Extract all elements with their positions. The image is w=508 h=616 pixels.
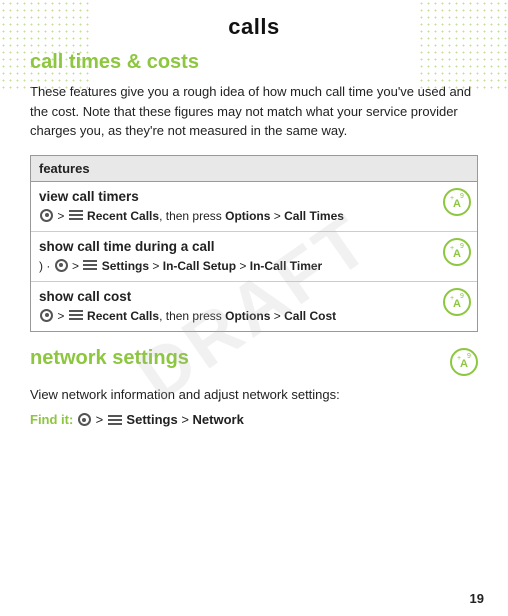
arrow-2: > [72, 259, 82, 273]
features-table: features view call timers > Recent Calls… [30, 155, 478, 332]
call-cost-label: Recent Calls, then press Options > Call … [87, 309, 336, 323]
phone-dot-icon-3 [40, 309, 53, 322]
find-it-line: Find it: > Settings > Network [30, 410, 478, 430]
feature-instruction-view-call-timers: > Recent Calls, then press Options > Cal… [39, 207, 469, 225]
network-badge-icon: A + 9 [450, 348, 478, 379]
table-row: view call timers > Recent Calls, then pr… [31, 182, 477, 232]
badge-icon-2: A + 9 [443, 238, 471, 266]
feature-title-view-call-timers: view call timers [39, 189, 469, 204]
svg-text:9: 9 [460, 293, 464, 300]
svg-text:+: + [450, 245, 454, 252]
corner-decoration-top-left [0, 0, 90, 90]
settings-label: Settings > In-Call Setup > In-Call Timer [102, 259, 323, 273]
find-it-arrow: > [96, 412, 107, 427]
feature-title-show-call-time: show call time during a call [39, 239, 469, 254]
network-section: network settings A + 9 View network info… [30, 346, 478, 430]
phone-dot-icon-2 [55, 259, 68, 272]
feature-instruction-show-call-time: ) · > Settings > In-Call Setup > In-Call… [39, 257, 469, 275]
feature-title-show-call-cost: show call cost [39, 289, 469, 304]
find-it-dot-icon [78, 413, 91, 426]
network-intro: View network information and adjust netw… [30, 385, 478, 405]
network-heading-row: network settings A + 9 [30, 346, 478, 379]
call-times-intro: These features give you a rough idea of … [30, 82, 478, 141]
svg-text:9: 9 [467, 353, 471, 360]
menu-grid-icon [69, 209, 83, 221]
feature-instruction-show-call-cost: > Recent Calls, then press Options > Cal… [39, 307, 469, 325]
badge-icon-1: A + 9 [443, 188, 471, 216]
svg-text:9: 9 [460, 243, 464, 250]
table-row: show call time during a call ) · > Setti… [31, 232, 477, 282]
menu-grid-icon-2 [83, 259, 97, 271]
badge-icon-3: A + 9 [443, 288, 471, 316]
paren-text: ) · [39, 259, 50, 273]
recent-calls-label: Recent Calls, then press Options > Call … [87, 209, 344, 223]
arrow-1: > [57, 209, 67, 223]
page-number: 19 [470, 591, 484, 606]
find-it-label: Find it: [30, 412, 73, 427]
menu-grid-icon-3 [69, 309, 83, 321]
find-it-instructions: Settings > Network [126, 412, 243, 427]
svg-text:+: + [450, 195, 454, 202]
table-row: show call cost > Recent Calls, then pres… [31, 282, 477, 331]
corner-decoration-top-right [418, 0, 508, 90]
arrow-3: > [57, 309, 67, 323]
svg-text:+: + [457, 355, 461, 362]
call-times-heading: call times & costs [30, 50, 478, 74]
network-settings-heading: network settings [30, 346, 442, 370]
find-it-grid-icon [108, 414, 122, 426]
main-content: call times & costs These features give y… [0, 50, 508, 430]
phone-dot-icon [40, 209, 53, 222]
svg-text:9: 9 [460, 193, 464, 200]
features-table-header: features [31, 156, 477, 182]
svg-text:+: + [450, 295, 454, 302]
